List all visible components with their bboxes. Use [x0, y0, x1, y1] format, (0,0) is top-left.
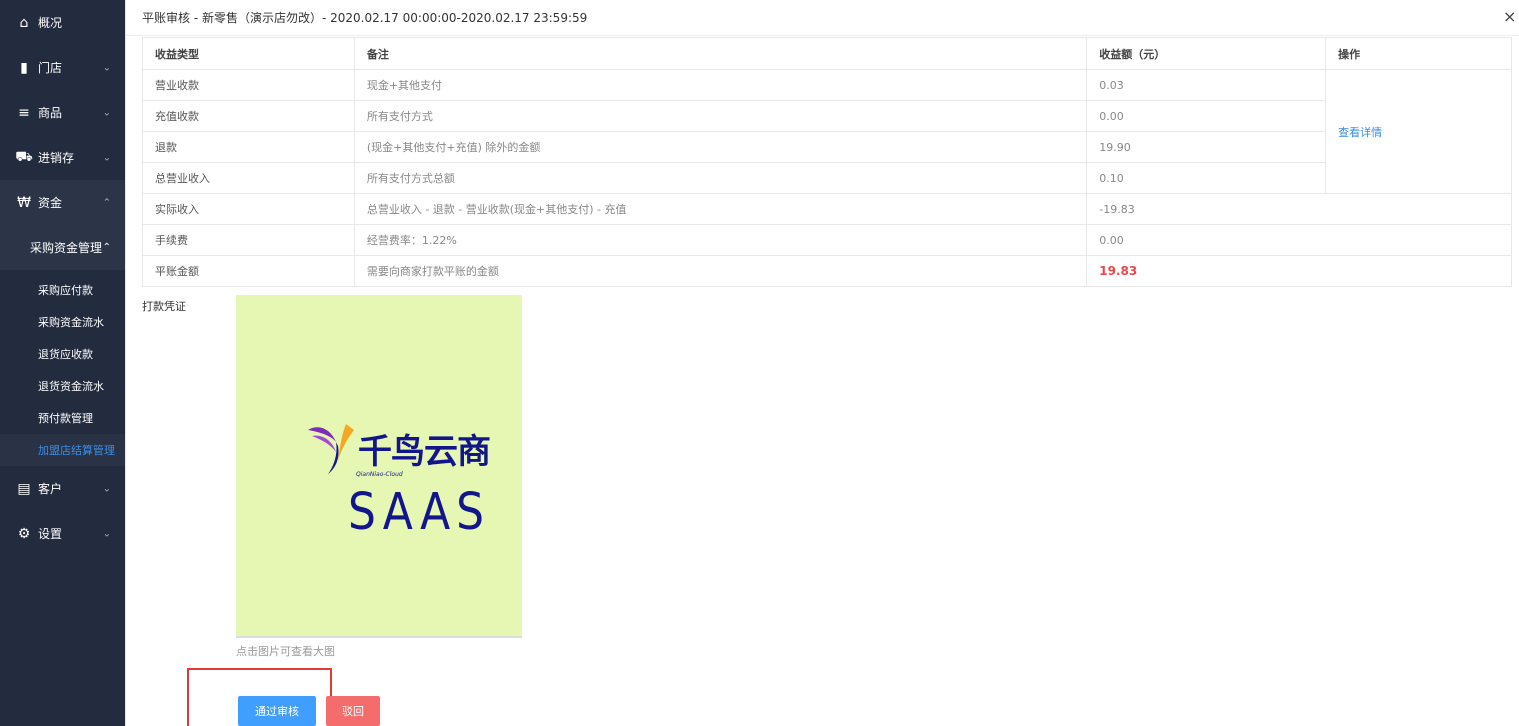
sidebar-item-customer[interactable]: ▤ 客户 ⌄	[0, 466, 125, 511]
revenue-note: 所有支付方式总额	[353, 162, 1088, 194]
revenue-amount: 0.00	[1086, 100, 1327, 132]
payment-voucher-image[interactable]: 千鸟云商 QianNiao-Cloud SAAS	[236, 295, 522, 638]
bird-logo-icon	[308, 424, 354, 474]
sidebar-subitem-return-flow[interactable]: 退货资金流水	[0, 370, 125, 402]
revenue-type: 营业收款	[142, 69, 355, 101]
sidebar-subitem-prepayment[interactable]: 预付款管理	[0, 402, 125, 434]
chevron-down-icon: ⌄	[102, 62, 111, 73]
revenue-table: 收益类型 备注 收益额（元） 操作 营业收款 现金+其他支付 0.03 查看详情…	[142, 37, 1512, 287]
won-icon: ₩	[17, 194, 31, 211]
chevron-down-icon: ⌄	[102, 152, 111, 163]
revenue-type: 退款	[142, 131, 355, 163]
reject-button[interactable]: 驳回	[326, 696, 380, 726]
table-row: 手续费 经营费率：1.22% 0.00	[142, 224, 1512, 256]
logo-title: 千鸟云商	[358, 431, 491, 472]
settlement-amount: 19.83	[1086, 255, 1512, 287]
revenue-amount: 0.00	[1086, 224, 1512, 256]
revenue-amount: -19.83	[1086, 193, 1512, 225]
sidebar-item-label: 概况	[38, 16, 63, 30]
sidebar-item-settings[interactable]: ⚙ 设置 ⌄	[0, 511, 125, 556]
voucher-label: 打款凭证	[142, 300, 186, 313]
sidebar-item-goods[interactable]: ≡ 商品 ⌄	[0, 90, 125, 135]
sidebar-item-overview[interactable]: ⌂ 概况	[0, 0, 125, 45]
sidebar-item-label: 商品	[38, 106, 63, 120]
id-card-icon: ▤	[17, 480, 31, 497]
column-header: 收益额（元）	[1086, 37, 1327, 70]
revenue-amount: 0.03	[1086, 69, 1327, 101]
table-row: 实际收入 总营业收入 - 退款 - 营业收款(现金+其他支付) - 充值 -19…	[142, 193, 1512, 225]
sidebar-item-store[interactable]: ▮ 门店 ⌄	[0, 45, 125, 90]
home-icon: ⌂	[19, 14, 29, 31]
truck-icon: ⛟	[15, 148, 33, 165]
sidebar-subgroup-purchase-funds[interactable]: 采购资金管理 ⌃	[0, 225, 125, 270]
revenue-type: 充值收款	[142, 100, 355, 132]
sidebar-item-funds[interactable]: ₩ 资金 ⌃	[0, 180, 125, 225]
sidebar-item-label: 设置	[38, 527, 63, 541]
chevron-up-icon: ⌃	[102, 197, 111, 208]
audit-modal: 平账审核 - 新零售（演示店勿改）- 2020.02.17 00:00:00-2…	[125, 0, 1519, 726]
sidebar-subitem-purchase-flow[interactable]: 采购资金流水	[0, 306, 125, 338]
sidebar-subitem-payables[interactable]: 采购应付款	[0, 274, 125, 306]
logo-saas-text: SAAS	[348, 483, 491, 542]
store-icon: ▮	[20, 59, 28, 76]
brand-logo: 千鸟云商	[306, 420, 491, 476]
sidebar-item-inventory[interactable]: ⛟ 进销存 ⌄	[0, 135, 125, 180]
chevron-down-icon: ⌄	[102, 528, 111, 539]
table-header-row: 收益类型 备注 收益额（元） 操作	[142, 37, 1512, 70]
revenue-note: 需要向商家打款平账的金额	[353, 255, 1088, 287]
sidebar: ⌂ 概况 ▮ 门店 ⌄ ≡ 商品 ⌄ ⛟ 进销存 ⌄ ₩ 资金 ⌃ 采购资金管理…	[0, 0, 125, 726]
column-header: 备注	[353, 37, 1088, 70]
chevron-down-icon: ⌄	[102, 483, 111, 494]
revenue-note: 现金+其他支付	[353, 69, 1088, 101]
sidebar-item-label: 门店	[38, 61, 63, 75]
revenue-type: 平账金额	[142, 255, 355, 287]
table-row: 平账金额 需要向商家打款平账的金额 19.83	[142, 255, 1512, 287]
image-hint: 点击图片可查看大图	[236, 645, 335, 658]
column-header: 收益类型	[142, 37, 355, 70]
column-header: 操作	[1325, 37, 1512, 70]
revenue-note: 总营业收入 - 退款 - 营业收款(现金+其他支付) - 充值	[353, 193, 1088, 225]
sidebar-subitem-franchise-settlement[interactable]: 加盟店结算管理	[0, 434, 125, 466]
revenue-type: 手续费	[142, 224, 355, 256]
approve-button[interactable]: 通过审核	[238, 696, 316, 726]
close-icon[interactable]: ×	[1503, 9, 1519, 26]
subgroup-label: 采购资金管理	[30, 241, 103, 255]
sidebar-item-label: 客户	[38, 482, 63, 496]
table-row: 充值收款 所有支付方式 0.00	[142, 100, 1512, 132]
sidebar-item-label: 资金	[38, 196, 63, 210]
chevron-down-icon: ⌄	[102, 107, 111, 118]
table-row: 总营业收入 所有支付方式总额 0.10	[142, 162, 1512, 194]
revenue-note: (现金+其他支付+充值) 除外的金额	[353, 131, 1088, 163]
logo-subtitle: QianNiao-Cloud	[356, 471, 403, 478]
sidebar-item-label: 进销存	[38, 151, 75, 165]
sidebar-subitem-return-receivables[interactable]: 退货应收款	[0, 338, 125, 370]
action-cell: 查看详情	[1325, 69, 1512, 194]
revenue-amount: 0.10	[1086, 162, 1327, 194]
table-row: 退款 (现金+其他支付+充值) 除外的金额 19.90	[142, 131, 1512, 163]
revenue-amount: 19.90	[1086, 131, 1327, 163]
revenue-type: 总营业收入	[142, 162, 355, 194]
view-details-link[interactable]: 查看详情	[1338, 126, 1382, 139]
table-row: 营业收款 现金+其他支付 0.03 查看详情	[142, 69, 1512, 194]
chevron-up-icon: ⌃	[102, 242, 111, 253]
gear-icon: ⚙	[17, 525, 31, 542]
revenue-note: 经营费率：1.22%	[353, 224, 1088, 256]
modal-title: 平账审核 - 新零售（演示店勿改）- 2020.02.17 00:00:00-2…	[126, 0, 1519, 36]
revenue-type: 实际收入	[142, 193, 355, 225]
revenue-note: 所有支付方式	[353, 100, 1088, 132]
list-icon: ≡	[18, 104, 30, 121]
